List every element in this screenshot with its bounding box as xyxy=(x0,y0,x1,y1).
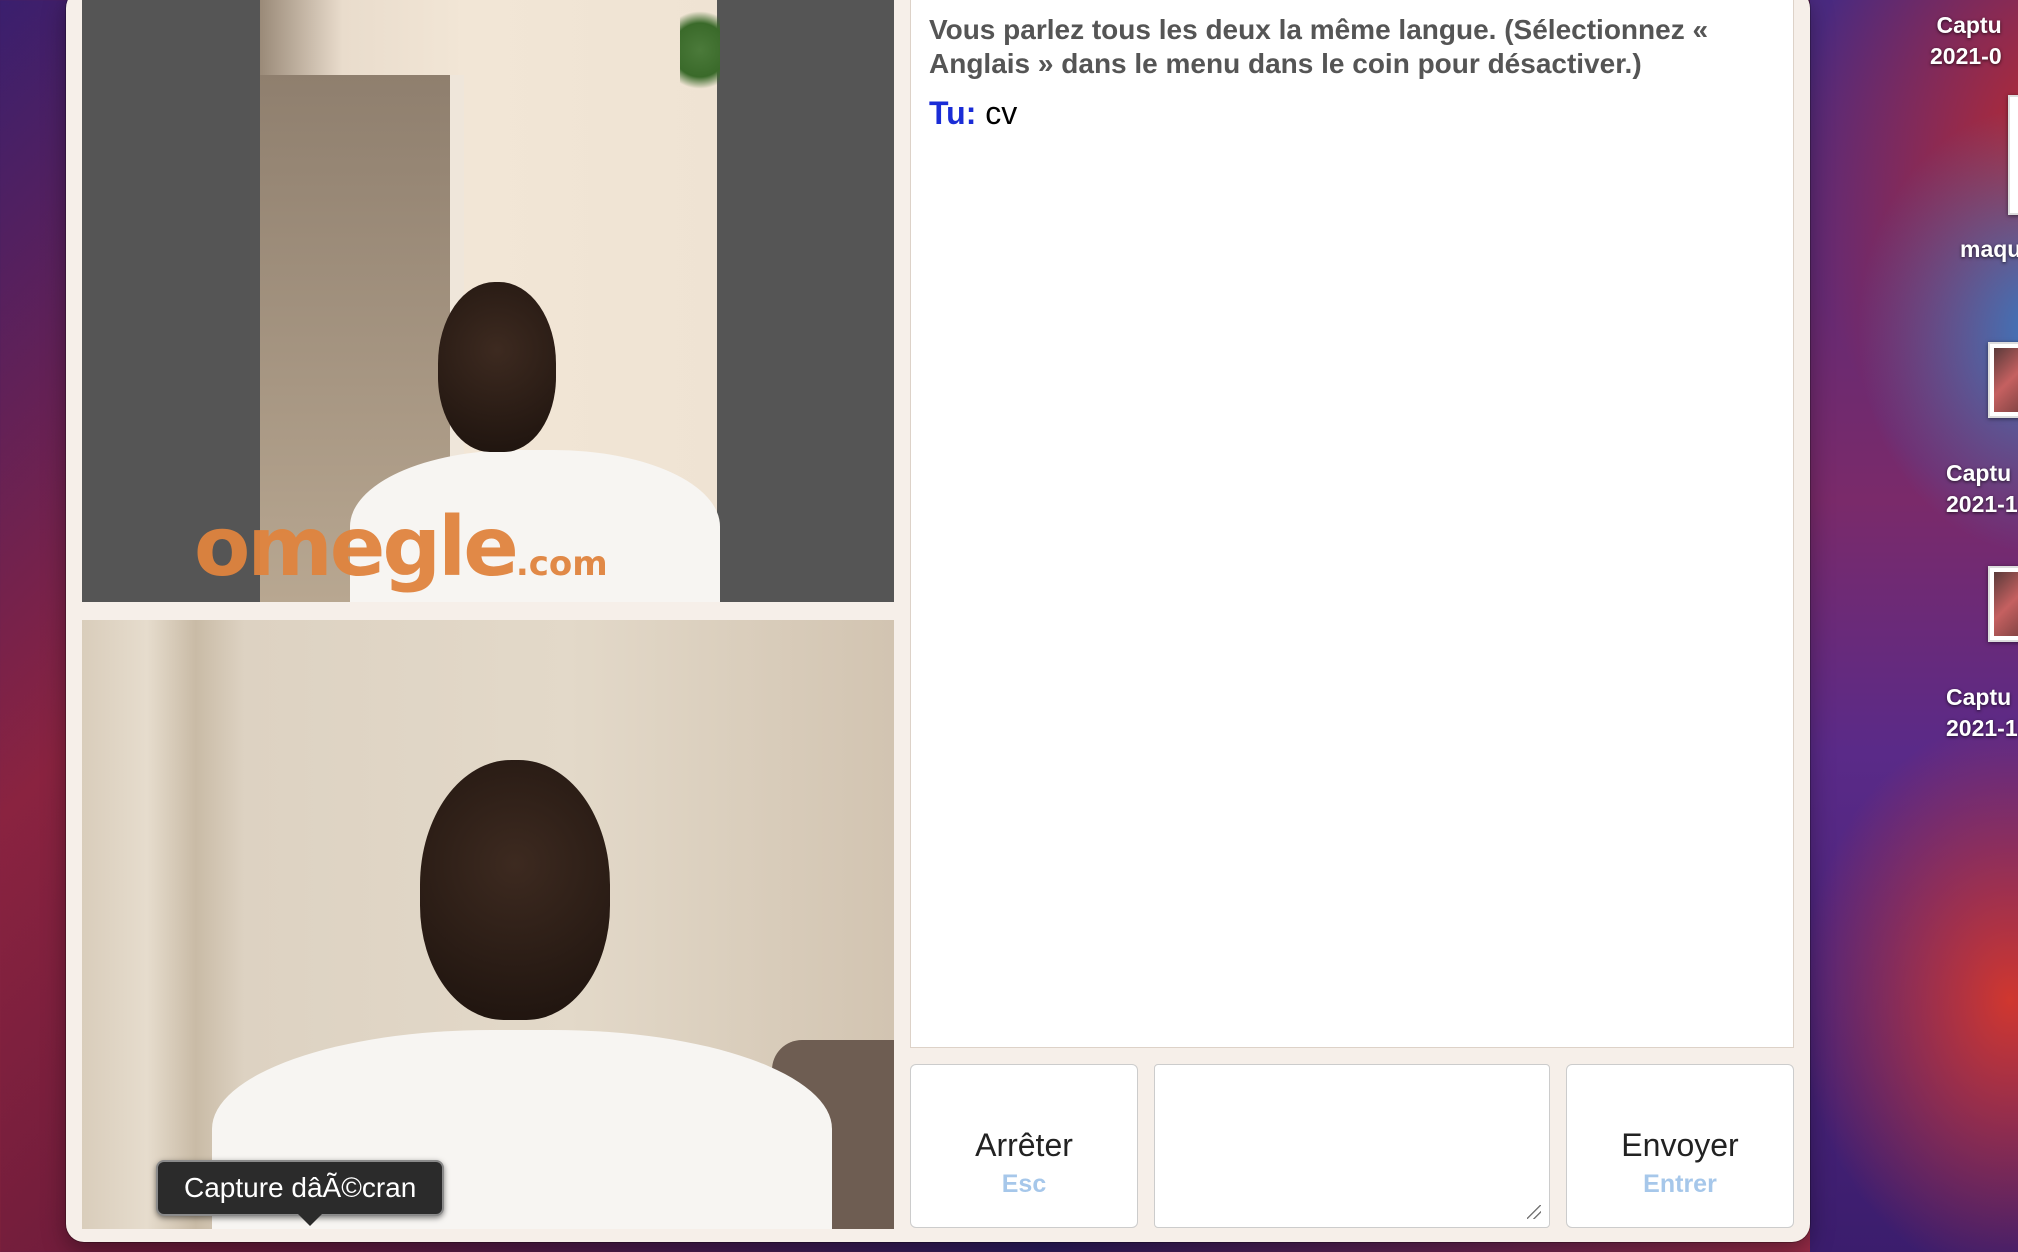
stop-button[interactable]: Arrêter Esc xyxy=(910,1064,1138,1228)
tooltip-arrow xyxy=(298,1214,322,1226)
desktop-file-name: Captu xyxy=(1946,684,2012,710)
desktop-file-name: maqu xyxy=(1960,236,2018,262)
stranger-video: omegle.com xyxy=(82,0,894,602)
stop-shortcut-hint: Esc xyxy=(1001,1170,1047,1198)
send-shortcut-hint: Entrer xyxy=(1643,1170,1717,1198)
language-status-message: Vous parlez tous les deux la même langue… xyxy=(929,14,1709,79)
omegle-watermark: omegle.com xyxy=(194,500,608,595)
self-video xyxy=(82,620,894,1229)
desktop-file-thumbnail[interactable] xyxy=(1988,342,2018,418)
watermark-suffix: .com xyxy=(515,544,608,584)
desktop-file-label[interactable]: maqu xyxy=(1960,234,2018,265)
stop-button-label: Arrêter xyxy=(975,1127,1073,1163)
desktop-file-name: Captu xyxy=(1946,460,2012,486)
screenshot-tooltip: Capture dâÃ©cran xyxy=(156,1160,445,1226)
background-plant xyxy=(680,0,720,100)
resize-grip-icon[interactable] xyxy=(1527,1205,1541,1219)
omegle-window: omegle.com Vous parlez tous les deux la … xyxy=(66,0,1810,1242)
chat-message-row: Tu: cv xyxy=(929,95,1017,132)
desktop-file-date: 2021-0 xyxy=(1930,43,2002,69)
tooltip-text: Capture dâÃ©cran xyxy=(184,1172,417,1203)
desktop-file-label[interactable]: Captu 2021-1 xyxy=(1946,682,2018,744)
desktop-file-label[interactable]: Captu 2021-0 xyxy=(1930,10,2002,72)
watermark-text: omegle xyxy=(194,500,519,595)
message-input[interactable] xyxy=(1154,1064,1550,1228)
send-button[interactable]: Envoyer Entrer xyxy=(1566,1064,1794,1228)
self-camera-feed xyxy=(82,620,894,1229)
you-label: Tu: xyxy=(929,95,977,131)
desktop-file-date: 2021-1 xyxy=(1946,491,2018,517)
desktop-file-name: Captu xyxy=(1936,12,2002,38)
stranger-head xyxy=(438,282,556,452)
desktop-file-label[interactable]: Captu 2021-1 xyxy=(1946,458,2018,520)
chat-log[interactable]: Vous parlez tous les deux la même langue… xyxy=(910,0,1794,1048)
send-button-label: Envoyer xyxy=(1621,1127,1739,1163)
desktop-file-date: 2021-1 xyxy=(1946,715,2018,741)
desktop-file-thumbnail[interactable] xyxy=(1988,566,2018,642)
message-text: cv xyxy=(985,95,1018,131)
desktop-background xyxy=(1810,0,2018,1252)
self-head xyxy=(420,760,610,1020)
desktop-file-thumbnail[interactable] xyxy=(2008,95,2018,215)
